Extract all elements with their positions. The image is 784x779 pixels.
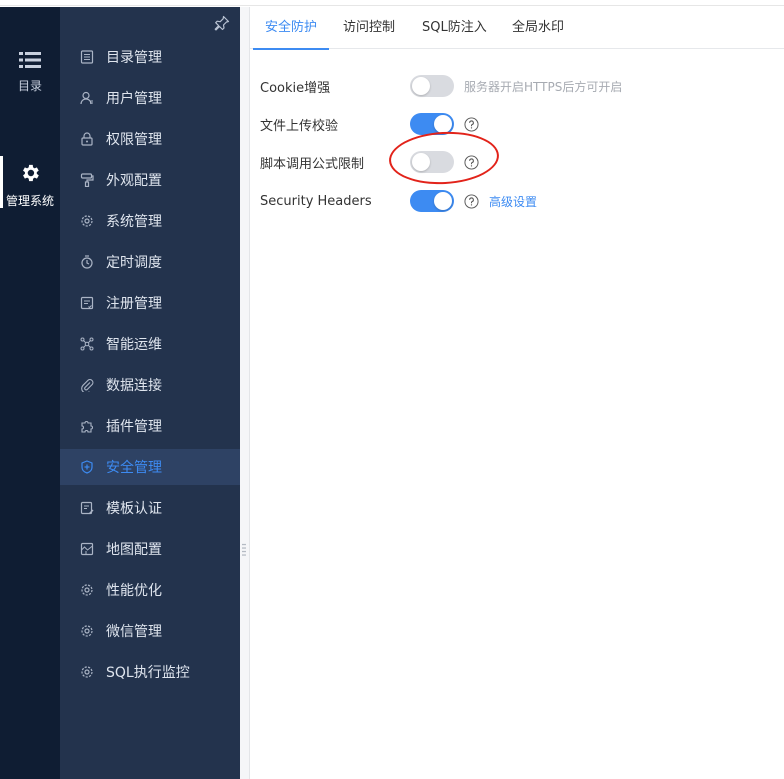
template-edit-icon — [80, 501, 94, 515]
advanced-settings-link[interactable]: 高级设置 — [489, 193, 537, 210]
tab-security-protection[interactable]: 安全防护 — [252, 7, 330, 50]
setting-row-file-upload: 文件上传校验 — [260, 112, 479, 136]
menu-item-label: 插件管理 — [106, 419, 162, 435]
network-nodes-icon — [80, 337, 94, 351]
help-icon[interactable] — [464, 116, 479, 132]
document-list-icon — [80, 50, 94, 64]
side-menu: 目录管理 用户管理 权限管理 外观配置 系统管理 定时调度 注册管理 智能运维 — [60, 7, 240, 779]
help-icon[interactable] — [464, 193, 479, 209]
menu-item-map-config[interactable]: 地图配置 — [60, 531, 240, 567]
tab-access-control[interactable]: 访问控制 — [343, 7, 395, 49]
security-headers-toggle[interactable] — [410, 190, 454, 212]
timer-icon — [81, 255, 93, 269]
gear-outline-icon — [81, 625, 93, 637]
menu-item-label: 智能运维 — [106, 337, 162, 353]
puzzle-icon — [81, 421, 93, 433]
setting-label: 文件上传校验 — [260, 118, 339, 134]
user-icon — [80, 91, 93, 105]
setting-row-security-headers: Security Headers 高级设置 — [260, 189, 537, 213]
help-icon[interactable] — [464, 154, 479, 170]
tab-sql-injection-prevention[interactable]: SQL防注入 — [422, 7, 487, 49]
rail-label-directory: 目录 — [17, 79, 42, 93]
script-formula-limit-toggle[interactable] — [410, 151, 454, 173]
menu-item-label: 注册管理 — [106, 296, 162, 312]
file-upload-check-toggle[interactable] — [410, 113, 454, 135]
setting-label: Cookie增强 — [260, 80, 331, 96]
active-indicator — [0, 156, 3, 208]
menu-list: 目录管理 用户管理 权限管理 外观配置 系统管理 定时调度 注册管理 智能运维 — [60, 39, 240, 695]
drag-handle-icon[interactable] — [242, 543, 246, 557]
list-icon — [19, 52, 41, 68]
menu-item-template-certification[interactable]: 模板认证 — [60, 490, 240, 526]
menu-item-wechat-management[interactable]: 微信管理 — [60, 613, 240, 649]
setting-label: 脚本调用公式限制 — [260, 156, 365, 172]
menu-item-smart-ops[interactable]: 智能运维 — [60, 326, 240, 362]
menu-item-label: 性能优化 — [106, 583, 162, 599]
content-panel: 安全防护 访问控制 SQL防注入 全局水印 Cookie增强 服务器开启HTTP… — [250, 7, 784, 779]
menu-item-label: SQL执行监控 — [106, 665, 190, 681]
menu-item-registration-management[interactable]: 注册管理 — [60, 285, 240, 321]
menu-item-label: 安全管理 — [106, 460, 162, 476]
gear-outline-icon — [81, 666, 93, 678]
top-strip — [0, 0, 784, 6]
gear-outline-icon — [81, 584, 93, 596]
menu-item-security-management[interactable]: 安全管理 — [60, 449, 240, 485]
menu-item-system-management[interactable]: 系统管理 — [60, 203, 240, 239]
menu-item-label: 定时调度 — [106, 255, 162, 271]
setting-row-cookie: Cookie增强 服务器开启HTTPS后方可开启 — [260, 74, 622, 98]
menu-item-permission-management[interactable]: 权限管理 — [60, 121, 240, 157]
toggle-knob — [434, 115, 452, 133]
menu-item-label: 微信管理 — [106, 624, 162, 640]
toggle-knob — [412, 153, 430, 171]
menu-item-data-connection[interactable]: 数据连接 — [60, 367, 240, 403]
menu-item-label: 系统管理 — [106, 214, 162, 230]
shield-icon — [81, 460, 93, 474]
menu-item-label: 模板认证 — [106, 501, 162, 517]
menu-item-directory-management[interactable]: 目录管理 — [60, 39, 240, 75]
menu-item-label: 数据连接 — [106, 378, 162, 394]
rail-item-directory[interactable]: 目录 — [0, 51, 60, 94]
toggle-knob — [412, 77, 430, 95]
rail-label-management-system: 管理系统 — [5, 194, 54, 208]
cookie-enhance-toggle[interactable] — [410, 75, 454, 97]
lock-icon — [81, 132, 93, 146]
registration-form-icon — [80, 296, 94, 310]
menu-item-label: 外观配置 — [106, 173, 162, 189]
map-icon — [80, 542, 94, 556]
pin-icon[interactable] — [214, 15, 230, 31]
toggle-knob — [434, 192, 452, 210]
setting-row-script-formula: 脚本调用公式限制 — [260, 150, 479, 174]
menu-item-appearance-config[interactable]: 外观配置 — [60, 162, 240, 198]
tab-bar: 安全防护 访问控制 SQL防注入 全局水印 — [250, 7, 784, 50]
paperclip-icon — [81, 379, 94, 392]
menu-item-sql-execution-monitor[interactable]: SQL执行监控 — [60, 654, 240, 690]
menu-item-label: 权限管理 — [106, 132, 162, 148]
menu-item-label: 目录管理 — [106, 50, 162, 66]
app-rail: 目录 管理系统 — [0, 7, 60, 779]
menu-item-label: 用户管理 — [106, 91, 162, 107]
tab-global-watermark[interactable]: 全局水印 — [512, 7, 564, 49]
menu-item-scheduled-tasks[interactable]: 定时调度 — [60, 244, 240, 280]
rail-item-management-system[interactable]: 管理系统 — [0, 156, 60, 209]
menu-item-label: 地图配置 — [106, 542, 162, 558]
menu-item-performance-optimization[interactable]: 性能优化 — [60, 572, 240, 608]
gear-icon — [23, 164, 39, 182]
paint-roller-icon — [80, 173, 94, 187]
setting-hint: 服务器开启HTTPS后方可开启 — [464, 79, 623, 94]
menu-item-plugin-management[interactable]: 插件管理 — [60, 408, 240, 444]
setting-label: Security Headers — [260, 193, 372, 209]
gear-outline-icon — [81, 215, 93, 227]
panel-splitter[interactable] — [240, 7, 250, 779]
menu-item-user-management[interactable]: 用户管理 — [60, 80, 240, 116]
